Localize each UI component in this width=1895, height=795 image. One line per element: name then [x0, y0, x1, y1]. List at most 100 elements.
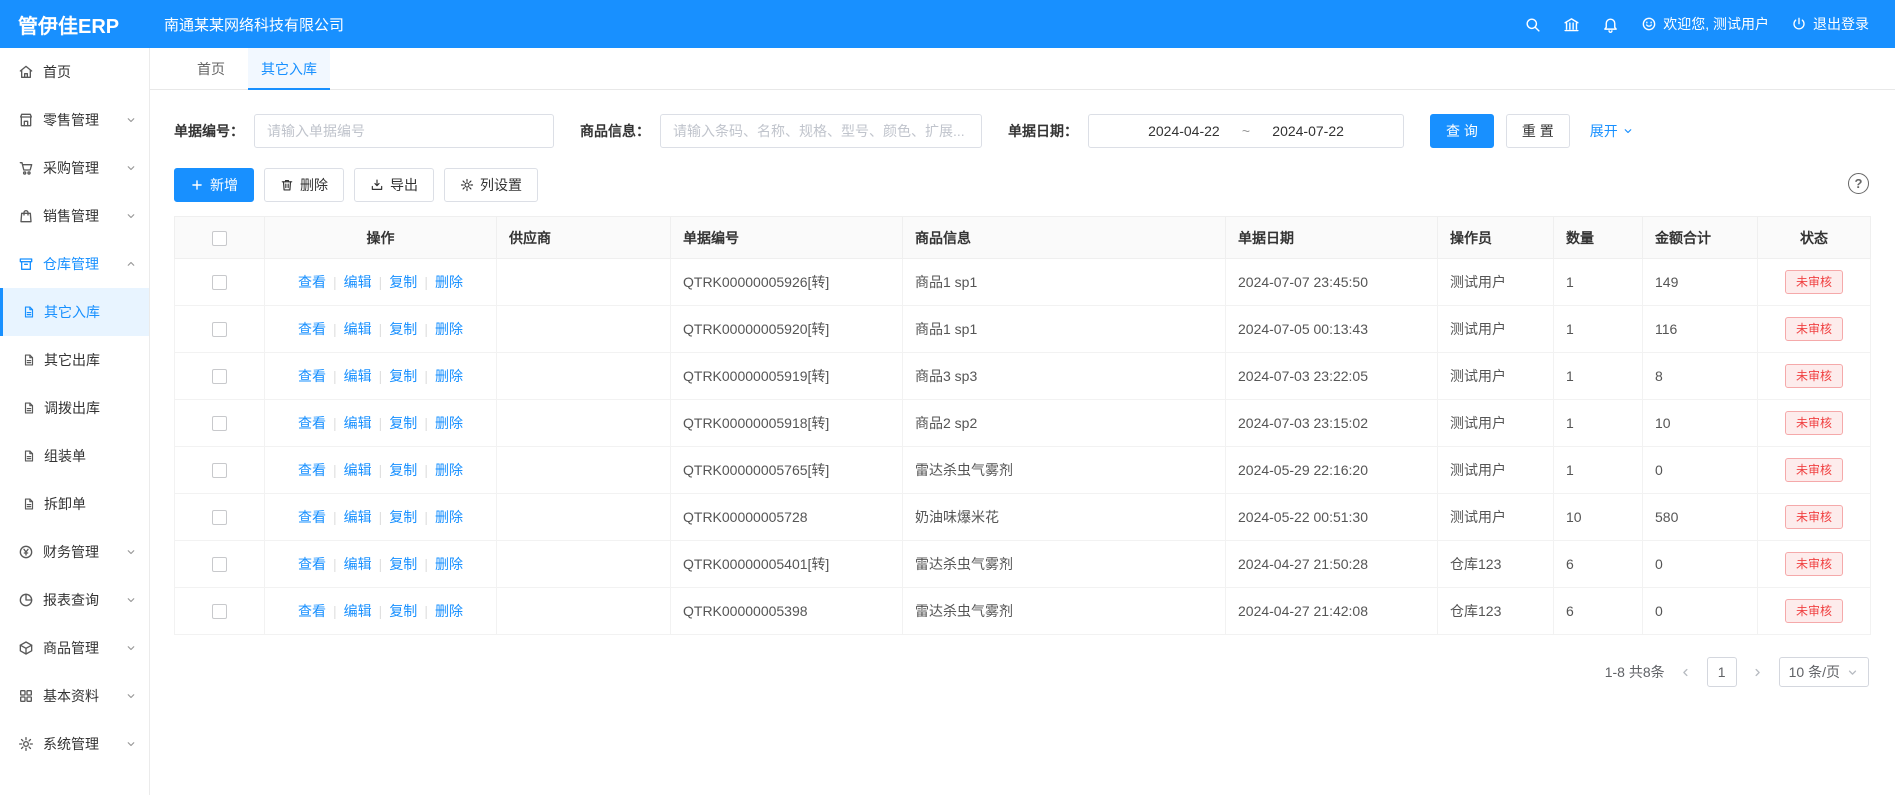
delete-link[interactable]: 删除	[435, 321, 463, 337]
copy-link[interactable]: 复制	[389, 509, 417, 525]
tab-home[interactable]: 首页	[184, 48, 238, 89]
topbar-right: 欢迎您, 测试用户 退出登录	[1524, 14, 1895, 34]
copy-link[interactable]: 复制	[389, 274, 417, 290]
edit-link[interactable]: 编辑	[344, 368, 372, 384]
sidebar-item-retail[interactable]: 零售管理	[0, 96, 149, 144]
order-no-input[interactable]	[254, 114, 554, 148]
welcome-user[interactable]: 欢迎您, 测试用户	[1641, 14, 1769, 34]
prev-page-button[interactable]	[1677, 657, 1695, 687]
delete-link[interactable]: 删除	[435, 603, 463, 619]
page-number-button[interactable]: 1	[1707, 657, 1737, 687]
delete-link[interactable]: 删除	[435, 462, 463, 478]
sidebar-item-label: 系统管理	[43, 734, 125, 754]
delete-link[interactable]: 删除	[435, 274, 463, 290]
actions-cell: 查看|编辑|复制|删除	[265, 588, 497, 635]
edit-link[interactable]: 编辑	[344, 462, 372, 478]
view-link[interactable]: 查看	[298, 462, 326, 478]
edit-link[interactable]: 编辑	[344, 603, 372, 619]
table-row: 查看|编辑|复制|删除QTRK00000005401[转]雷达杀虫气雾剂2024…	[175, 541, 1871, 588]
edit-link[interactable]: 编辑	[344, 556, 372, 572]
copy-link[interactable]: 复制	[389, 368, 417, 384]
search-button[interactable]: 查 询	[1430, 114, 1494, 148]
date-cell: 2024-05-29 22:16:20	[1226, 447, 1438, 494]
view-link[interactable]: 查看	[298, 274, 326, 290]
sidebar-subitem-other-outbound[interactable]: 其它出库	[0, 336, 149, 384]
col-status: 状态	[1758, 217, 1871, 259]
row-checkbox[interactable]	[212, 557, 227, 572]
row-checkbox[interactable]	[212, 604, 227, 619]
chevron-right-icon	[1751, 666, 1764, 679]
export-button[interactable]: 导出	[354, 168, 434, 202]
view-link[interactable]: 查看	[298, 368, 326, 384]
delete-link[interactable]: 删除	[435, 368, 463, 384]
tab-other-inbound[interactable]: 其它入库	[248, 48, 330, 89]
date-cell: 2024-04-27 21:42:08	[1226, 588, 1438, 635]
status-badge: 未审核	[1785, 505, 1843, 530]
sidebar-item-label: 首页	[43, 62, 137, 82]
expand-link[interactable]: 展开	[1590, 121, 1634, 141]
sidebar-item-sales[interactable]: 销售管理	[0, 192, 149, 240]
edit-link[interactable]: 编辑	[344, 509, 372, 525]
sidebar-item-label: 报表查询	[43, 590, 125, 610]
page-size-select[interactable]: 10 条/页	[1779, 657, 1869, 687]
delete-link[interactable]: 删除	[435, 415, 463, 431]
logout-button[interactable]: 退出登录	[1791, 14, 1869, 34]
bell-icon[interactable]	[1602, 16, 1619, 33]
row-checkbox[interactable]	[212, 369, 227, 384]
sidebar-item-finance[interactable]: 财务管理	[0, 528, 149, 576]
search-icon[interactable]	[1524, 16, 1541, 33]
row-checkbox[interactable]	[212, 322, 227, 337]
view-link[interactable]: 查看	[298, 415, 326, 431]
sidebar-subitem-transfer-outbound[interactable]: 调拨出库	[0, 384, 149, 432]
date-range-picker[interactable]: ~	[1088, 114, 1404, 148]
select-all-checkbox[interactable]	[212, 231, 227, 246]
copy-link[interactable]: 复制	[389, 415, 417, 431]
product-cell: 奶油味爆米花	[903, 494, 1226, 541]
edit-link[interactable]: 编辑	[344, 274, 372, 290]
top-bar: 管伊佳ERP 南通某某网络科技有限公司 欢迎您, 测试用户 退出登录	[0, 0, 1895, 48]
edit-link[interactable]: 编辑	[344, 321, 372, 337]
row-checkbox[interactable]	[212, 275, 227, 290]
product-info-label: 商品信息：	[580, 121, 650, 141]
view-link[interactable]: 查看	[298, 556, 326, 572]
sidebar-item-products[interactable]: 商品管理	[0, 624, 149, 672]
finance-icon	[18, 544, 34, 560]
sidebar-item-purchase[interactable]: 采购管理	[0, 144, 149, 192]
add-button[interactable]: 新增	[174, 168, 254, 202]
product-info-input[interactable]	[660, 114, 982, 148]
sidebar-subitem-assembly-order[interactable]: 组装单	[0, 432, 149, 480]
row-checkbox[interactable]	[212, 463, 227, 478]
delete-link[interactable]: 删除	[435, 556, 463, 572]
date-from-input[interactable]	[1138, 123, 1230, 139]
sidebar-item-system[interactable]: 系统管理	[0, 720, 149, 768]
sidebar-item-basic-data[interactable]: 基本资料	[0, 672, 149, 720]
sidebar-item-label: 基本资料	[43, 686, 125, 706]
copy-link[interactable]: 复制	[389, 603, 417, 619]
reset-button[interactable]: 重 置	[1506, 114, 1570, 148]
sidebar-subitem-other-inbound[interactable]: 其它入库	[0, 288, 149, 336]
copy-link[interactable]: 复制	[389, 556, 417, 572]
sidebar-subitem-disassembly-order[interactable]: 拆卸单	[0, 480, 149, 528]
amount-cell: 0	[1643, 541, 1758, 588]
sidebar-item-home[interactable]: 首页	[0, 48, 149, 96]
next-page-button[interactable]	[1749, 657, 1767, 687]
action-divider: |	[424, 603, 428, 619]
table-row: 查看|编辑|复制|删除QTRK00000005728奶油味爆米花2024-05-…	[175, 494, 1871, 541]
copy-link[interactable]: 复制	[389, 462, 417, 478]
col-operator: 操作员	[1438, 217, 1554, 259]
row-checkbox[interactable]	[212, 510, 227, 525]
delete-button[interactable]: 删除	[264, 168, 344, 202]
bank-icon[interactable]	[1563, 16, 1580, 33]
sidebar-item-reports[interactable]: 报表查询	[0, 576, 149, 624]
view-link[interactable]: 查看	[298, 321, 326, 337]
view-link[interactable]: 查看	[298, 509, 326, 525]
delete-link[interactable]: 删除	[435, 509, 463, 525]
column-settings-button[interactable]: 列设置	[444, 168, 538, 202]
view-link[interactable]: 查看	[298, 603, 326, 619]
edit-link[interactable]: 编辑	[344, 415, 372, 431]
date-to-input[interactable]	[1262, 123, 1354, 139]
sidebar-item-warehouse[interactable]: 仓库管理	[0, 240, 149, 288]
help-icon[interactable]: ?	[1848, 173, 1869, 194]
copy-link[interactable]: 复制	[389, 321, 417, 337]
row-checkbox[interactable]	[212, 416, 227, 431]
